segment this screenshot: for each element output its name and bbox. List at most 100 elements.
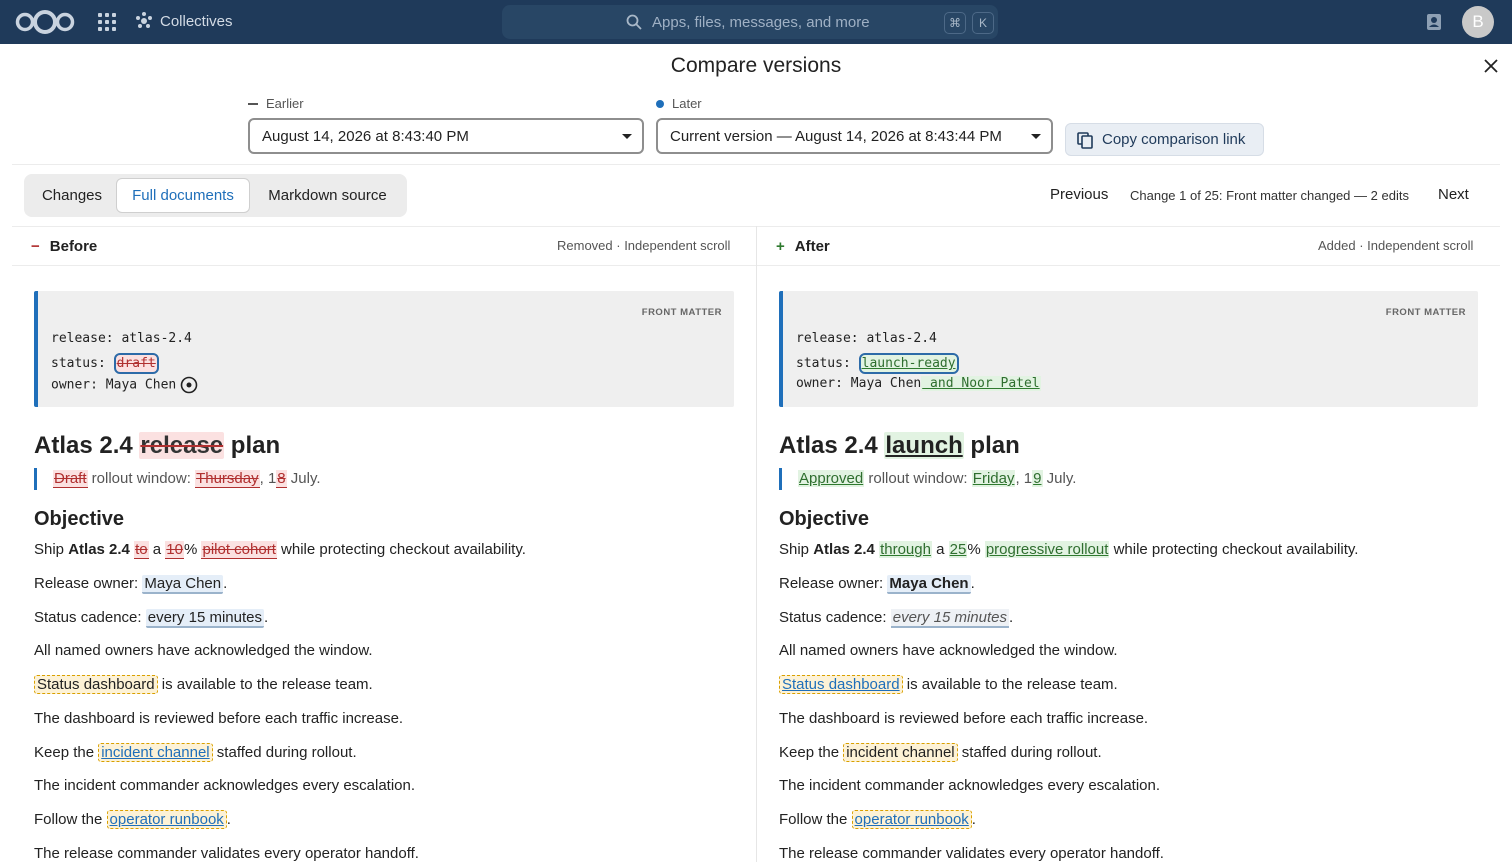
tab-changes[interactable]: Changes [28, 178, 116, 213]
previous-change-button[interactable]: Previous [1050, 186, 1108, 203]
avatar[interactable]: B [1462, 6, 1494, 38]
quote-text: July. [1042, 470, 1077, 487]
fm-owner: owner: Maya Chen and Noor Patel [796, 376, 1041, 391]
earlier-version-select[interactable]: August 14, 2026 at 8:43:40 PM [248, 118, 644, 154]
incident-channel-link[interactable]: incident channel [843, 743, 958, 762]
removed-text[interactable]: Draft [53, 470, 88, 488]
paragraph-text: a [931, 541, 949, 558]
after-paragraph-commander: The incident commander acknowledges ever… [779, 777, 1161, 794]
added-text[interactable]: Friday [971, 470, 1016, 487]
bold-text: Atlas 2.4 [68, 541, 130, 558]
removed-text[interactable]: 10 [165, 541, 184, 559]
after-paragraph-channel: Keep the incident channel staffed during… [779, 743, 1102, 762]
search-input[interactable] [652, 11, 932, 33]
shortcut-k-key: K [972, 12, 994, 34]
title-text: plan [224, 432, 281, 459]
removed-text[interactable]: Thursday [195, 470, 260, 488]
search-icon [626, 14, 642, 30]
top-bar: Collectives ⌘ K B [0, 0, 1512, 44]
contacts-icon[interactable] [1424, 12, 1444, 32]
added-text[interactable]: through [879, 541, 932, 558]
after-paragraph-owner: Release owner: Maya Chen. [779, 575, 975, 594]
fm-release: release: atlas-2.4 [796, 331, 937, 346]
before-paragraph-cadence: Status cadence: every 15 minutes. [34, 609, 268, 628]
quote-text: July. [286, 470, 321, 487]
close-button[interactable] [1478, 53, 1504, 79]
fm-release: release: atlas-2.4 [51, 331, 192, 346]
after-objective-heading: Objective [779, 508, 870, 530]
operator-runbook-link[interactable]: operator runbook [851, 810, 972, 829]
before-pane-heading: − Before [31, 238, 97, 255]
chevron-down-icon [1031, 134, 1041, 139]
fm-status-added[interactable]: launch-ready [858, 353, 959, 374]
unified-search[interactable]: ⌘ K [502, 5, 998, 39]
before-paragraph-ship: Ship Atlas 2.4 to a 10% pilot cohort whi… [34, 541, 526, 559]
bold-text: Atlas 2.4 [813, 541, 875, 558]
before-paragraph-dashboard: Status dashboard is available to the rel… [34, 675, 373, 694]
tab-markdown-source[interactable]: Markdown source [252, 178, 403, 213]
fm-status-removed[interactable]: draft [113, 353, 159, 374]
front-matter-label: FRONT MATTER [1385, 307, 1466, 318]
quote-text: rollout window: [87, 470, 196, 487]
paragraph-text: Status cadence: [779, 609, 891, 626]
incident-channel-link[interactable]: incident channel [98, 743, 213, 762]
copy-comparison-link-button[interactable]: Copy comparison link [1065, 123, 1264, 156]
quote-text: , 1 [259, 470, 277, 487]
after-rollout-quote: Approved rollout window: Friday, 19 July… [779, 468, 1076, 490]
before-paragraph-commander: The incident commander acknowledges ever… [34, 777, 416, 794]
later-label-text: Later [672, 96, 702, 111]
nextcloud-logo-icon[interactable] [14, 9, 76, 35]
status-dashboard-link[interactable]: Status dashboard [779, 675, 903, 694]
paragraph-text: . [970, 575, 975, 592]
later-version-select[interactable]: Current version — August 14, 2026 at 8:4… [656, 118, 1053, 154]
status-dashboard-link[interactable]: Status dashboard [34, 675, 158, 694]
before-document-title: Atlas 2.4 release plan [34, 432, 280, 460]
fm-status: status: draft [51, 353, 159, 374]
fm-status-key: status: [796, 356, 851, 371]
removed-text[interactable]: to [134, 541, 149, 559]
paragraph-text: Follow the [779, 811, 852, 828]
paragraph-text: Release owner: [34, 575, 143, 592]
before-heading-label: Before [49, 238, 98, 255]
before-paragraph-channel: Keep the incident channel staffed during… [34, 743, 357, 762]
fm-owner-text: owner: Maya Chen [796, 376, 922, 391]
operator-runbook-link[interactable]: operator runbook [106, 810, 227, 829]
modified-text[interactable]: every 15 minutes [890, 609, 1009, 628]
app-name-label: Collectives [160, 12, 233, 30]
app-name[interactable]: Collectives [134, 11, 233, 31]
before-paragraph-reviewed: The dashboard is reviewed before each tr… [34, 710, 404, 727]
chevron-down-icon [622, 134, 632, 139]
removed-text[interactable]: pilot cohort [201, 541, 277, 559]
before-front-matter: FRONT MATTER release: atlas-2.4 status: … [34, 291, 734, 407]
paragraph-text: Status cadence: [34, 609, 146, 626]
paragraph-text: . [223, 575, 228, 592]
later-label: Later [656, 96, 702, 111]
added-text[interactable]: Approved [798, 470, 865, 487]
fm-owner: owner: Maya Chen [51, 376, 198, 394]
modified-text[interactable]: Maya Chen [887, 575, 971, 594]
paragraph-text: % [967, 541, 985, 558]
after-document-title: Atlas 2.4 launch plan [779, 432, 1020, 460]
next-change-button[interactable]: Next [1438, 186, 1469, 203]
tab-full-documents[interactable]: Full documents [116, 178, 250, 213]
plus-icon: + [776, 238, 785, 255]
added-text[interactable]: 9 [1032, 470, 1043, 487]
view-tabs: Changes Full documents Markdown source [24, 174, 407, 217]
added-text[interactable]: launch [884, 432, 964, 459]
app-grid-icon[interactable] [98, 13, 116, 31]
title-text: Atlas 2.4 [779, 432, 885, 459]
added-text[interactable]: progressive rollout [984, 541, 1110, 558]
after-pane-meta: Added · Independent scroll [1318, 238, 1474, 253]
removed-text[interactable]: 8 [276, 470, 287, 488]
added-text[interactable]: and Noor Patel [921, 376, 1041, 391]
copy-icon [1077, 131, 1093, 149]
added-text[interactable]: 25 [948, 541, 968, 558]
after-paragraph-ship: Ship Atlas 2.4 through a 25% progressive… [779, 541, 1358, 558]
modified-text[interactable]: every 15 minutes [145, 609, 264, 628]
fm-status: status: launch-ready [796, 353, 959, 374]
removed-text[interactable]: release [139, 432, 225, 459]
before-paragraph-acknowledged: All named owners have acknowledged the w… [34, 642, 373, 659]
paragraph-text: staffed during rollout. [957, 744, 1102, 761]
modified-text[interactable]: Maya Chen [142, 575, 224, 594]
target-icon[interactable] [180, 376, 198, 394]
